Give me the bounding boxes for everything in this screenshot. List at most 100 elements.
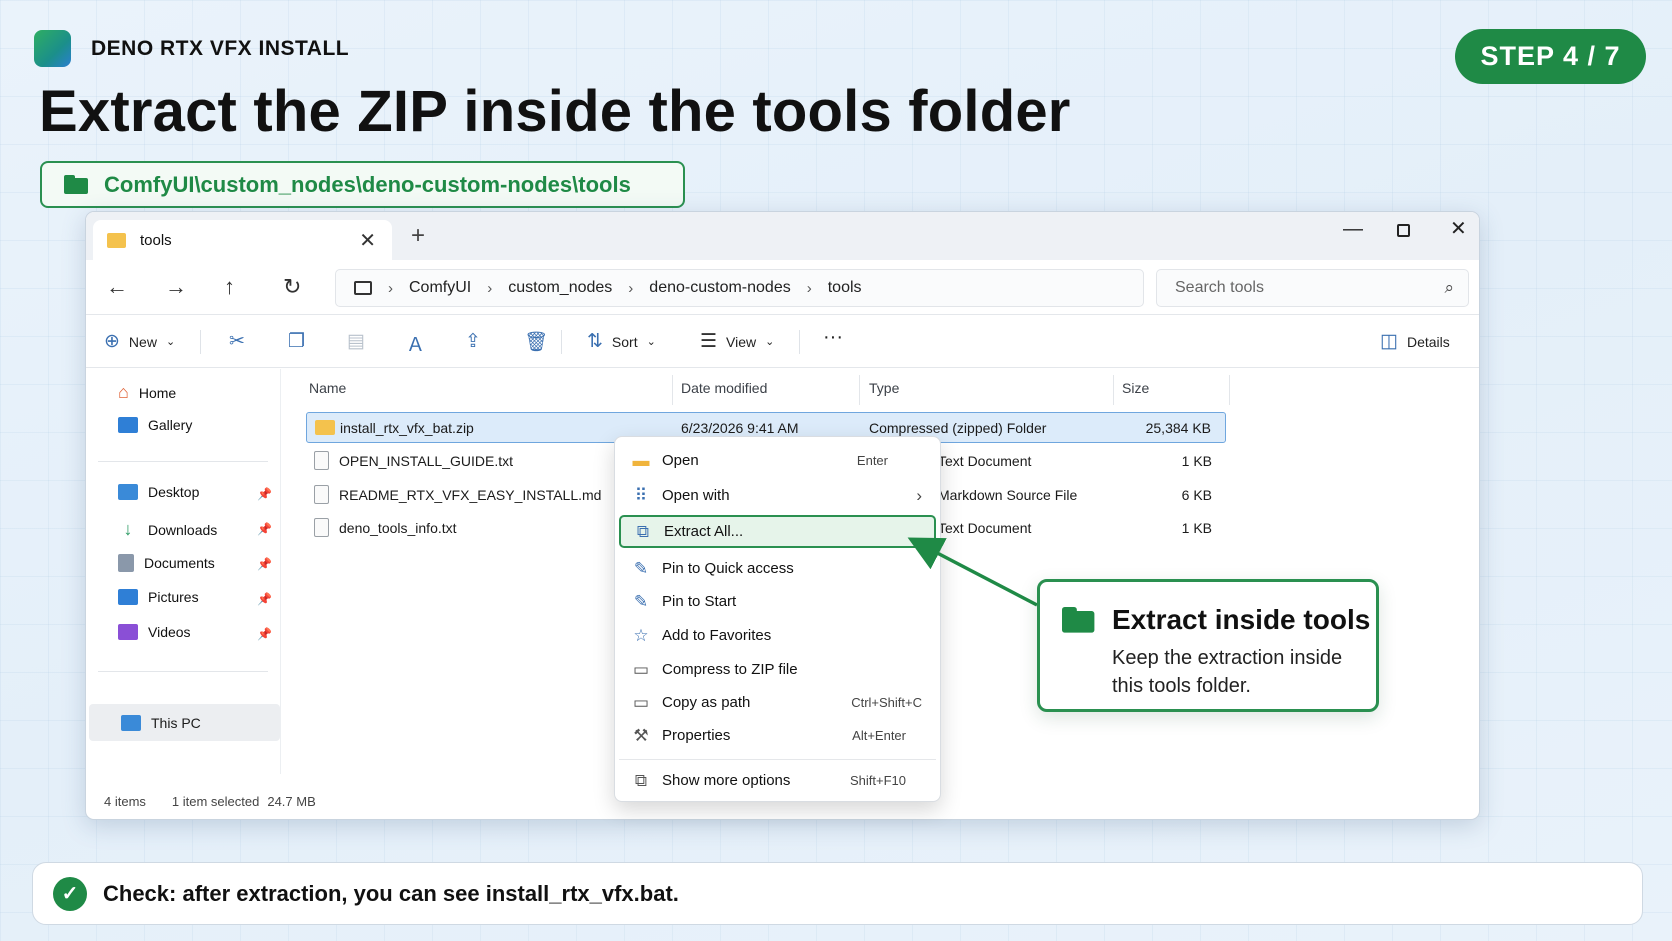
wrench-icon: ⚒: [633, 725, 649, 745]
sidebar-item-downloads[interactable]: ↓ Downloads: [118, 519, 218, 540]
column-header-name[interactable]: Name: [309, 380, 346, 396]
sidebar-item-home[interactable]: ⌂ Home: [118, 382, 176, 403]
sort-button[interactable]: ⇅ Sort ⌄: [587, 330, 656, 353]
view-button[interactable]: ☰ View ⌄: [700, 330, 774, 353]
breadcrumb-item[interactable]: ComfyUI: [409, 279, 471, 297]
forward-arrow-icon[interactable]: →: [165, 274, 187, 300]
new-tab-button[interactable]: +: [411, 222, 425, 250]
up-arrow-icon[interactable]: ↑: [224, 274, 235, 300]
chevron-right-icon: ›: [916, 485, 922, 505]
search-placeholder: Search tools: [1175, 279, 1264, 296]
search-input[interactable]: Search tools ⌕: [1156, 269, 1469, 307]
markdown-file-icon: [314, 485, 329, 504]
cut-icon[interactable]: ✂: [229, 330, 245, 353]
close-window-icon[interactable]: ✕: [1450, 216, 1467, 241]
sidebar-item-pictures[interactable]: Pictures: [118, 589, 199, 605]
rename-icon[interactable]: Ａ: [406, 330, 425, 357]
view-label: View: [726, 333, 757, 350]
file-type: Text Document: [938, 520, 1032, 536]
tab-tools[interactable]: tools ✕: [93, 220, 392, 261]
file-type: Markdown Source File: [938, 487, 1078, 503]
maximize-icon[interactable]: [1397, 220, 1410, 243]
back-arrow-icon[interactable]: ←: [106, 274, 128, 300]
folder-icon: ▬: [632, 450, 650, 470]
status-bar: 4 items 1 item selected 24.7 MB: [104, 794, 316, 809]
file-size: 1 KB: [1181, 453, 1212, 469]
breadcrumb-item[interactable]: tools: [828, 279, 862, 297]
home-icon: ⌂: [118, 382, 129, 402]
details-pane-icon: ◫: [1380, 331, 1398, 352]
column-header-type[interactable]: Type: [869, 380, 899, 396]
this-pc-icon: [121, 714, 141, 731]
toolbar-divider: [200, 330, 201, 354]
close-tab-icon[interactable]: ✕: [359, 228, 376, 253]
plus-circle-icon: ⊕: [104, 331, 120, 352]
chevron-right-icon: ›: [628, 279, 634, 297]
menu-divider: [619, 759, 936, 760]
file-name: deno_tools_info.txt: [339, 520, 457, 536]
text-file-icon: [314, 451, 329, 470]
sort-icon: ⇅: [587, 331, 603, 352]
menu-item-add-favorites[interactable]: ☆ Add to Favorites: [619, 619, 936, 652]
videos-icon: [118, 624, 138, 640]
menu-item-pin-start[interactable]: ✎ Pin to Start: [619, 585, 936, 618]
breadcrumb[interactable]: › ComfyUI › custom_nodes › deno-custom-n…: [335, 269, 1144, 307]
refresh-icon[interactable]: ↻: [283, 274, 301, 300]
menu-item-label: Pin to Start: [662, 593, 737, 610]
more-options-icon[interactable]: ···: [823, 326, 843, 349]
sidebar-item-gallery[interactable]: Gallery: [118, 417, 192, 433]
sidebar-item-documents[interactable]: Documents: [118, 554, 215, 572]
zip-folder-icon: [315, 420, 335, 435]
sidebar-item-label: Documents: [144, 555, 215, 571]
menu-shortcut: Shift+F10: [849, 773, 906, 788]
file-type: Text Document: [938, 453, 1032, 469]
sidebar-item-this-pc[interactable]: This PC: [89, 704, 280, 741]
share-icon[interactable]: ⇪: [465, 330, 481, 353]
folder-icon: [1062, 607, 1095, 633]
column-header-size[interactable]: Size: [1122, 380, 1149, 396]
text-file-icon: [314, 518, 329, 537]
sidebar-item-label: This PC: [151, 714, 201, 731]
menu-item-pin-quick-access[interactable]: ✎ Pin to Quick access: [619, 552, 936, 585]
menu-item-extract-all[interactable]: ⧉ Extract All...: [619, 515, 936, 548]
pin-icon: 📌: [257, 487, 272, 501]
copy-icon[interactable]: ❐: [288, 330, 305, 353]
menu-item-label: Open: [662, 452, 699, 469]
search-icon[interactable]: ⌕: [1444, 278, 1454, 298]
menu-item-properties[interactable]: ⚒ Properties Alt+Enter: [619, 719, 936, 752]
menu-item-label: Pin to Quick access: [662, 560, 794, 577]
check-text: Check: after extraction, you can see ins…: [103, 880, 679, 906]
column-header-date[interactable]: Date modified: [681, 380, 767, 396]
details-button[interactable]: ◫ Details: [1380, 330, 1450, 353]
menu-item-copy-path[interactable]: ▭ Copy as path Ctrl+Shift+C: [619, 686, 936, 719]
delete-icon[interactable]: 🗑: [524, 330, 548, 354]
breadcrumb-item[interactable]: deno-custom-nodes: [649, 279, 790, 297]
file-name: README_RTX_VFX_EASY_INSTALL.md: [339, 487, 602, 503]
menu-item-compress-zip[interactable]: ▭ Compress to ZIP file: [619, 653, 936, 686]
menu-shortcut: Ctrl+Shift+C: [851, 695, 922, 710]
callout-box: Extract inside tools Keep the extraction…: [1037, 579, 1379, 712]
sidebar-item-label: Desktop: [148, 484, 200, 500]
brand-logo: [34, 30, 71, 67]
file-size: 1 KB: [1181, 520, 1212, 536]
menu-item-show-more[interactable]: ⧉ Show more options Shift+F10: [619, 764, 936, 797]
sidebar-item-desktop[interactable]: Desktop: [118, 484, 268, 500]
computer-icon: [354, 281, 372, 295]
paste-icon[interactable]: ▤: [347, 330, 365, 353]
minimize-icon[interactable]: —: [1343, 218, 1363, 241]
brand: DENO RTX VFX INSTALL: [34, 30, 349, 67]
title-bar: tools ✕ + — ✕: [86, 212, 1479, 261]
pin-icon: 📌: [257, 592, 272, 606]
menu-item-open[interactable]: ▬ Open Enter: [619, 444, 936, 477]
pin-icon: 📌: [257, 557, 272, 571]
menu-item-open-with[interactable]: ⠿ Open with ›: [619, 479, 936, 512]
sidebar-item-videos[interactable]: Videos: [118, 624, 191, 640]
menu-item-label: Compress to ZIP file: [662, 661, 798, 678]
new-button[interactable]: ⊕ New ⌄: [104, 330, 175, 353]
tab-label: tools: [140, 232, 172, 249]
callout-title: Extract inside tools: [1112, 604, 1371, 635]
toolbar-divider: [561, 330, 562, 354]
pin-icon: 📌: [257, 522, 272, 536]
breadcrumb-item[interactable]: custom_nodes: [508, 279, 612, 297]
path-pill: ComfyUI\custom_nodes\deno-custom-nodes\t…: [40, 161, 685, 208]
